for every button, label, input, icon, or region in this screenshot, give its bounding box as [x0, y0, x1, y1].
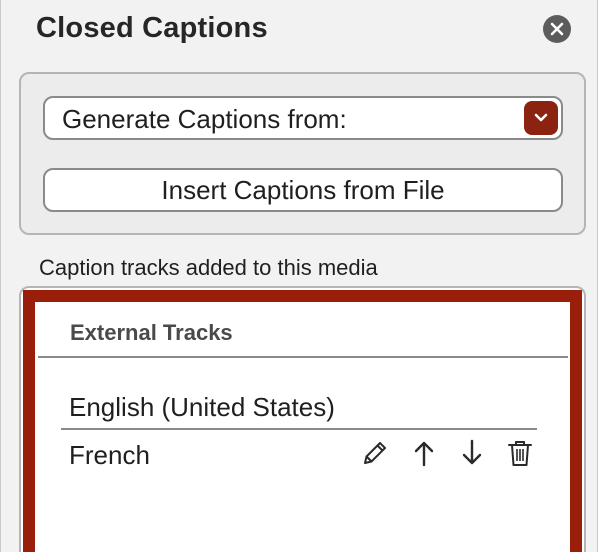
track-name: English (United States) [69, 392, 335, 422]
closed-captions-pane: Closed Captions Generate Captions from: … [0, 0, 598, 552]
caption-tracks-label: Caption tracks added to this media [39, 255, 378, 280]
edit-track-button[interactable] [359, 437, 391, 469]
external-tracks-header: External Tracks [70, 320, 233, 345]
header-divider [38, 356, 568, 358]
pencil-icon [364, 442, 386, 464]
close-button[interactable] [543, 15, 571, 43]
close-icon [550, 22, 564, 36]
chevron-down-icon [534, 113, 548, 122]
dropdown-arrow-button[interactable] [524, 101, 558, 135]
insert-captions-button[interactable]: Insert Captions from File [43, 168, 563, 212]
generate-captions-dropdown[interactable]: Generate Captions from: [43, 96, 563, 140]
move-down-button[interactable] [456, 437, 488, 469]
delete-track-button[interactable] [504, 437, 536, 469]
arrow-up-icon [414, 441, 434, 467]
move-up-button[interactable] [408, 437, 440, 469]
dropdown-label: Generate Captions from: [62, 104, 347, 134]
track-name: French [69, 440, 150, 470]
arrow-down-icon [462, 439, 482, 465]
track-row-english[interactable]: English (United States) [61, 384, 537, 430]
pane-title: Closed Captions [36, 12, 268, 44]
trash-icon [508, 441, 532, 466]
track-row-french[interactable]: French [61, 432, 537, 476]
